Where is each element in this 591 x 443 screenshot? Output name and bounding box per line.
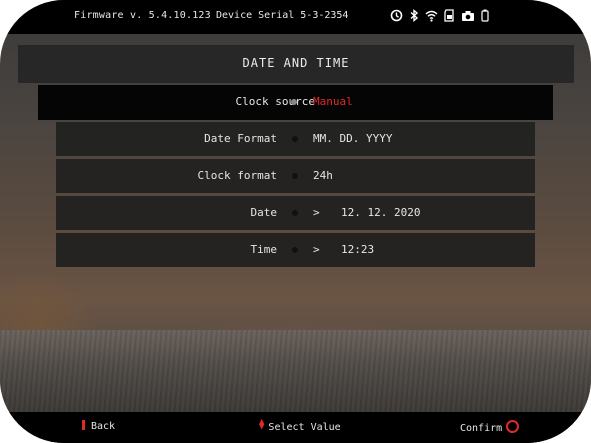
chevron-right-icon: > — [313, 243, 320, 256]
selection-dot — [292, 247, 298, 253]
scope-viewport: Firmware v. 5.4.10.123 Device Serial 5-3… — [0, 0, 591, 443]
selection-dot — [292, 210, 298, 216]
select-label: Select Value — [268, 422, 341, 433]
setting-label: Time — [250, 243, 278, 256]
back-label: Back — [91, 421, 116, 432]
back-indicator-icon — [82, 420, 85, 430]
setting-label: Date Format — [204, 132, 277, 145]
setting-row-time[interactable]: Time > 12:23 — [56, 233, 535, 267]
confirm-button[interactable]: Confirm — [460, 420, 520, 434]
setting-label: Date — [250, 206, 278, 219]
status-icons — [390, 9, 489, 25]
status-bar: Firmware v. 5.4.10.123 Device Serial 5-3… — [0, 0, 591, 34]
menu-header: DATE AND TIME — [18, 45, 574, 83]
wifi-icon — [425, 10, 438, 25]
select-value-hint: ▲ ▼ Select Value — [259, 417, 341, 434]
confirm-label: Confirm — [460, 423, 503, 434]
setting-value[interactable]: Manual — [313, 95, 353, 108]
device-serial: Device Serial 5-3-2354 — [216, 10, 349, 21]
selection-dot — [292, 136, 298, 142]
page-title: DATE AND TIME — [242, 56, 350, 70]
setting-value[interactable]: 24h — [313, 169, 333, 182]
footer-bar: Back ▲ ▼ Select Value Confirm — [0, 412, 591, 443]
setting-value[interactable]: 12. 12. 2020 — [341, 206, 420, 219]
setting-row-clock-format[interactable]: Clock format 24h — [56, 159, 535, 193]
setting-value[interactable]: MM. DD. YYYY — [313, 132, 392, 145]
setting-row-date-format[interactable]: Date Format MM. DD. YYYY — [56, 122, 535, 156]
bluetooth-icon — [409, 9, 419, 25]
setting-value[interactable]: 12:23 — [341, 243, 374, 256]
setting-row-clock-source[interactable]: Clock source Manual — [38, 85, 553, 120]
camera-icon — [461, 10, 475, 25]
selection-dot — [291, 99, 297, 105]
battery-icon — [481, 9, 489, 25]
device-screen: Firmware v. 5.4.10.123 Device Serial 5-3… — [0, 0, 591, 443]
firmware-version: Firmware v. 5.4.10.123 — [74, 10, 211, 21]
sd-card-icon — [444, 9, 455, 25]
setting-row-date[interactable]: Date > 12. 12. 2020 — [56, 196, 535, 230]
confirm-ring-icon — [506, 420, 520, 433]
timer-icon — [390, 9, 403, 25]
setting-label: Clock source — [235, 95, 315, 108]
selection-dot — [292, 173, 298, 179]
back-button[interactable]: Back — [82, 420, 115, 432]
setting-label: Clock format — [197, 169, 277, 182]
chevron-right-icon: > — [313, 206, 320, 219]
up-down-arrows-icon: ▲ ▼ — [259, 417, 265, 432]
